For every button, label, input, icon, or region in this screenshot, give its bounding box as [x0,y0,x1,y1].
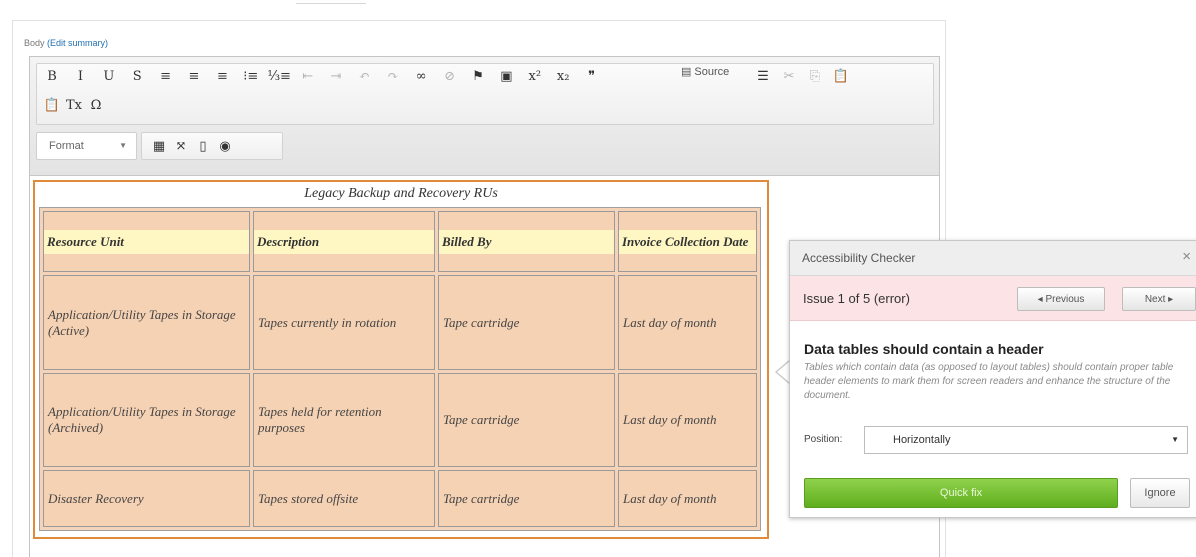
popup-pointer [775,360,790,384]
table-cell[interactable]: Application/Utility Tapes in Storage (Ar… [43,372,250,468]
table-caption: Legacy Backup and Recovery RUs [304,186,498,201]
anchor-flag-icon[interactable]: ⚑ [469,67,487,85]
issue-counter: Issue 1 of 5 (error) [803,291,910,306]
header-cell[interactable]: Billed By [438,211,615,273]
chevron-down-icon: ▼ [1171,435,1179,444]
indent-icon[interactable]: ⇥ [327,67,345,85]
chevron-down-icon: ▼ [119,141,127,150]
body-field-label: Body (Edit summary) [24,38,108,48]
copy-icon[interactable]: ⎘ [806,67,824,85]
align-center-icon[interactable]: ≡ [185,67,203,85]
issue-title: Data tables should contain a header [804,341,1044,357]
align-right-icon[interactable]: ≡ [213,67,231,85]
underline-icon[interactable]: U [100,67,118,85]
table-cell[interactable]: Tapes held for retention purposes [253,372,435,468]
checker-title: Accessibility Checker [802,251,916,265]
strikethrough-icon[interactable]: S [128,67,146,85]
outdent-icon[interactable]: ⇤ [299,67,317,85]
checker-header: Accessibility Checker × [790,241,1196,276]
accessibility-checker-icon[interactable]: ◉ [216,137,234,155]
source-label: Source [694,65,730,78]
table-header-row: Resource Unit Description Billed By Invo… [43,211,757,273]
table-cell[interactable]: Disaster Recovery [43,470,250,527]
cut-icon[interactable]: ✂ [780,67,798,85]
document-table-wrapper[interactable]: Legacy Backup and Recovery RUs Resource … [33,180,769,539]
quick-fix-button[interactable]: Quick fix [804,478,1118,508]
previous-button[interactable]: ◂ Previous [1017,287,1105,311]
table-cell[interactable]: Tapes currently in rotation [253,275,435,370]
format-dropdown[interactable]: Format ▼ [36,132,137,160]
image-icon[interactable]: ▣ [497,67,515,85]
table-row: Application/Utility Tapes in Storage (Ar… [43,372,757,468]
bulleted-list-icon[interactable]: ⁝≡ [242,67,260,85]
source-icon: ▤ [681,66,692,78]
table-row: Application/Utility Tapes in Storage (Ac… [43,275,757,370]
undo-icon[interactable]: ↶ [355,67,373,85]
align-left-icon[interactable]: ≡ [157,67,175,85]
table-cell[interactable]: Tape cartridge [438,275,615,370]
ignore-button[interactable]: Ignore [1130,478,1190,508]
position-value: Horizontally [893,434,951,446]
accessibility-checker-panel: Accessibility Checker × Issue 1 of 5 (er… [789,240,1196,518]
toolbar-group-main: B I U S ≡ ≡ ≡ ⁝≡ ⅓≡ ⇤ ⇥ ↶ ↷ ∞ ⊘ ⚑ ▣ x² x₂ ❞ ☰ ✂ ⎘ 📋 📋 Tx Ω [36,63,934,125]
paste-icon[interactable]: 📋 [832,67,850,85]
horizontal-rule-icon[interactable]: ☰ [754,67,772,85]
source-button[interactable]: ▤ Source [681,65,730,79]
superscript-icon[interactable]: x² [526,67,544,85]
resource-units-table[interactable]: Resource Unit Description Billed By Invo… [39,207,761,531]
body-label: Body [24,38,45,48]
table-row: Disaster Recovery Tapes stored offsite T… [43,470,757,527]
bold-icon[interactable]: B [43,67,61,85]
table-cell[interactable]: Tape cartridge [438,470,615,527]
position-select[interactable]: Horizontally ▼ [864,426,1188,454]
table-cell[interactable]: Application/Utility Tapes in Storage (Ac… [43,275,250,370]
numbered-list-icon[interactable]: ⅓≡ [267,67,291,85]
table-cell[interactable]: Last day of month [618,275,757,370]
unlink-icon[interactable]: ⊘ [441,67,459,85]
special-char-icon[interactable]: Ω [87,96,105,114]
format-label: Format [49,140,84,152]
remove-format-icon[interactable]: Tx [65,96,83,114]
edit-summary-link[interactable]: (Edit summary) [47,38,108,48]
editor-toolbar: B I U S ≡ ≡ ≡ ⁝≡ ⅓≡ ⇤ ⇥ ↶ ↷ ∞ ⊘ ⚑ ▣ x² x₂ ❞ ☰ ✂ ⎘ 📋 📋 Tx Ω ▤ Sourc… [30,57,939,176]
header-cell[interactable]: Resource Unit [43,211,250,273]
table-cell[interactable]: Last day of month [618,372,757,468]
table-cell[interactable]: Last day of month [618,470,757,527]
table-cell[interactable]: Tape cartridge [438,372,615,468]
paste-text-icon[interactable]: 📋 [43,96,61,114]
toolbar-group-tools: ▦ ⤧ ▯ ◉ [141,132,283,160]
link-icon[interactable]: ∞ [412,67,430,85]
redo-icon[interactable]: ↷ [384,67,402,85]
issue-description: Tables which contain data (as opposed to… [804,362,1174,401]
show-blocks-icon[interactable]: ▯ [194,137,212,155]
next-button[interactable]: Next ▸ [1122,287,1196,311]
table-cell[interactable]: Tapes stored offsite [253,470,435,527]
maximize-icon[interactable]: ⤧ [172,137,190,155]
subscript-icon[interactable]: x₂ [554,67,572,85]
header-cell[interactable]: Description [253,211,435,273]
header-cell[interactable]: Invoice Collection Date [618,211,757,273]
italic-icon[interactable]: I [71,67,89,85]
close-icon[interactable]: × [1182,248,1191,265]
blockquote-icon[interactable]: ❞ [583,67,601,85]
issue-navigation-bar: Issue 1 of 5 (error) ◂ Previous Next ▸ [790,276,1196,321]
position-label: Position: [804,434,843,445]
table-icon[interactable]: ▦ [150,137,168,155]
top-divider [296,3,366,4]
